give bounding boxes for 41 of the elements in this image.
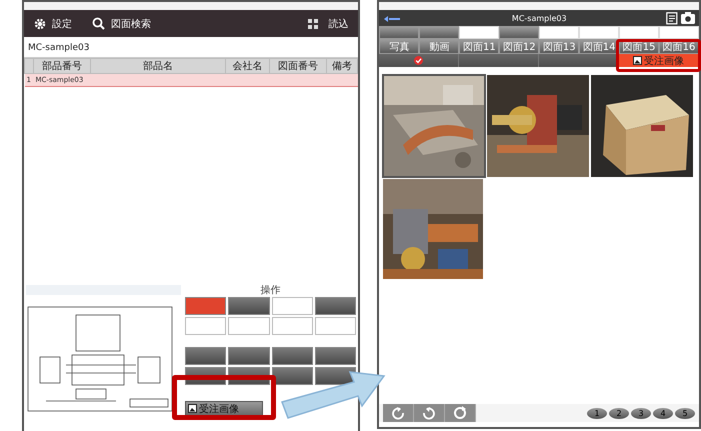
- image-icon: [188, 404, 197, 413]
- search-icon: [92, 17, 105, 30]
- settings-icon: [34, 18, 46, 30]
- filter-tab[interactable]: [379, 54, 460, 67]
- tab[interactable]: [379, 26, 420, 39]
- grid-icon: [308, 18, 318, 28]
- column-header: 備考: [326, 58, 358, 74]
- tab[interactable]: 図面11: [459, 39, 500, 54]
- load-button[interactable]: 読込: [324, 16, 352, 30]
- page-button[interactable]: 1: [587, 408, 607, 418]
- page-button[interactable]: 3: [631, 408, 651, 418]
- tab[interactable]: [499, 26, 540, 39]
- action-button[interactable]: [272, 347, 314, 365]
- rotate-right-icon: [422, 406, 436, 420]
- action-button[interactable]: [315, 367, 356, 385]
- tab[interactable]: 図面13: [539, 39, 580, 54]
- check-icon: [414, 56, 424, 65]
- page-button[interactable]: 4: [653, 408, 673, 418]
- tab[interactable]: 動画: [419, 39, 460, 54]
- filter-tab[interactable]: [459, 54, 540, 67]
- page-button[interactable]: 2: [609, 408, 629, 418]
- column-header: 図面番号: [270, 58, 326, 74]
- back-arrow-icon: [383, 14, 402, 22]
- document-icon: [666, 12, 678, 24]
- page-button[interactable]: 5: [675, 408, 695, 418]
- tab[interactable]: 図面14: [579, 39, 620, 54]
- tab[interactable]: [419, 26, 460, 39]
- column-header: 部品名: [90, 58, 226, 74]
- order-image-button[interactable]: 受注画像: [185, 401, 263, 416]
- settings-button[interactable]: 設定: [30, 16, 76, 30]
- section-heading: 操作: [260, 285, 282, 297]
- screen-title: MC-sample03: [510, 14, 568, 22]
- tab[interactable]: 図面12: [499, 39, 540, 54]
- tab[interactable]: 写真: [379, 39, 420, 54]
- column-header: 会社名: [226, 58, 270, 74]
- search-button[interactable]: 図面検索: [88, 16, 155, 30]
- rotate-left-icon: [391, 406, 406, 420]
- filter-tab[interactable]: 受注画像: [619, 54, 699, 67]
- image-icon: [633, 56, 642, 65]
- refresh-icon: [453, 406, 468, 420]
- column-header: 部品番号: [34, 58, 90, 74]
